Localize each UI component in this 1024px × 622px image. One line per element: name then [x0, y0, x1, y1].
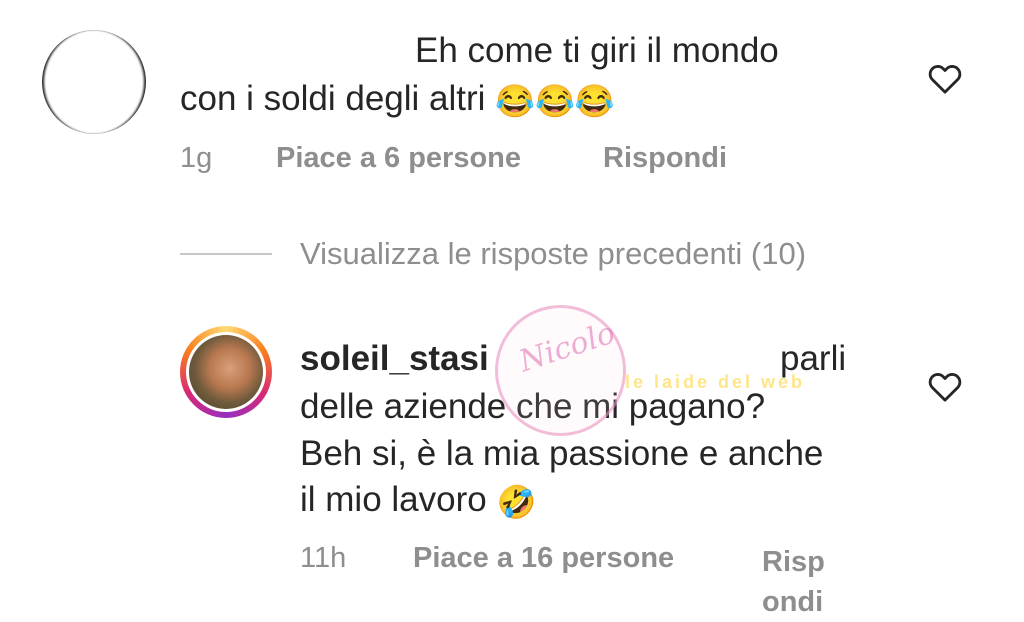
view-previous-replies[interactable]: Visualizza le risposte precedenti (10): [300, 236, 806, 272]
heart-outline-icon[interactable]: [925, 58, 965, 98]
reply-label: ondi: [762, 586, 824, 618]
comment-text-line: Beh si, è la mia passione e anche: [300, 434, 824, 473]
comment-text: parli: [780, 339, 847, 378]
heart-outline-icon[interactable]: [925, 366, 965, 406]
likes-count[interactable]: Piace a 16 persone: [413, 542, 674, 575]
replies-divider: [180, 253, 272, 255]
timestamp: 1g: [180, 142, 213, 174]
comment-text-line: il mio lavoro 🤣: [300, 477, 536, 523]
comment-text-line: con i soldi degli altri 😂😂😂: [180, 76, 615, 122]
comment-text: con i soldi degli altri: [180, 79, 486, 118]
username-link[interactable]: soleil_stasi: [300, 339, 489, 378]
rofl-emoji: 🤣: [496, 483, 537, 520]
likes-count[interactable]: Piace a 6 persone: [276, 142, 521, 175]
reply-button[interactable]: Risp ondi: [762, 542, 825, 622]
avatar: [189, 335, 263, 409]
comment-text: il mio lavoro: [300, 480, 487, 519]
comment-text-line: Eh come ti giri il mondo: [415, 31, 779, 70]
reply-label: Risp: [762, 546, 825, 578]
watermark-text: Nicolo: [514, 315, 620, 380]
comment-text-line: soleil_stasi: [300, 336, 489, 382]
avatar-story-ring[interactable]: [180, 326, 272, 418]
avatar[interactable]: [42, 30, 146, 134]
laughing-emoji: 😂😂😂: [495, 82, 615, 119]
comment-text-line: delle aziende che mi pagano?: [300, 387, 766, 426]
reply-button[interactable]: Rispondi: [603, 142, 727, 175]
timestamp: 11h: [300, 542, 347, 574]
